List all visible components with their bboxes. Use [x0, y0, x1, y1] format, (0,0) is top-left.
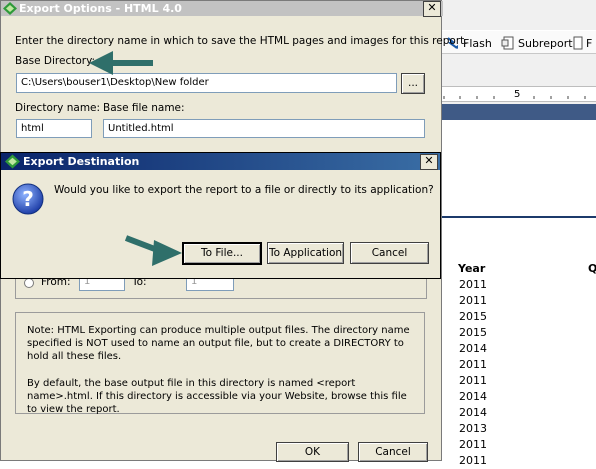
from-radio[interactable] — [24, 278, 34, 288]
directory-name-field[interactable]: html — [16, 119, 92, 138]
ok-button[interactable]: OK — [276, 442, 349, 462]
year-column: 2011 2011 2015 2015 2014 2011 2011 2014 2014 2013… — [459, 277, 519, 469]
crystal-icon — [3, 2, 17, 15]
close-icon[interactable]: ✕ — [420, 154, 438, 170]
to-file-button[interactable]: To File... — [182, 242, 262, 265]
directory-name-label: Directory name: — [15, 102, 101, 114]
base-directory-label: Base Directory: — [15, 55, 96, 67]
year-header: Year — [458, 262, 486, 275]
to-application-button[interactable]: To Application — [267, 242, 344, 264]
export-options-title: Export Options - HTML 4.0 — [19, 2, 182, 15]
year-cell: 2011 — [459, 454, 487, 467]
svg-text:?: ? — [22, 187, 34, 211]
section-band — [440, 104, 596, 120]
arrow-to-file-button — [124, 235, 182, 266]
q-header: Q — [588, 262, 596, 275]
year-cell: 2015 — [459, 326, 487, 339]
year-cell: 2011 — [459, 374, 487, 387]
year-cell: 2015 — [459, 310, 487, 323]
note-paragraph-2: By default, the base output file in this… — [27, 378, 407, 415]
year-cell: 2011 — [459, 438, 487, 451]
arrow-to-base-directory — [89, 51, 153, 75]
intro-text: Enter the directory name in which to sav… — [15, 35, 468, 47]
year-cell: 2014 — [459, 406, 487, 419]
export-destination-title: Export Destination — [23, 155, 140, 168]
toolbar-partial-label: F — [586, 36, 593, 50]
export-options-titlebar: Export Options - HTML 4.0 ✕ — [1, 1, 443, 17]
toolbar-partial-button[interactable]: F — [573, 35, 592, 51]
base-file-name-field[interactable]: Untitled.html — [103, 119, 425, 138]
subreport-button[interactable]: Subreport — [501, 35, 573, 51]
year-cell: 2011 — [459, 278, 487, 291]
subreport-icon — [501, 36, 514, 50]
ruler-label: 5 — [514, 89, 521, 100]
export-destination-dialog: Export Destination ✕ ? Would you like to… — [0, 152, 441, 279]
year-cell: 2013 — [459, 422, 487, 435]
year-cell: 2014 — [459, 342, 487, 355]
export-destination-titlebar: Export Destination ✕ — [1, 153, 440, 170]
destination-question: Would you like to export the report to a… — [54, 184, 434, 196]
subreport-label: Subreport — [518, 36, 573, 50]
year-cell: 2014 — [459, 390, 487, 403]
document-icon — [573, 36, 583, 50]
crystal-icon — [5, 154, 20, 169]
note-paragraph-1: Note: HTML Exporting can produce multipl… — [27, 325, 410, 362]
base-file-name-label: Base file name: — [103, 102, 185, 114]
question-icon: ? — [12, 183, 44, 215]
year-cell: 2011 — [459, 294, 487, 307]
section-separator — [440, 216, 596, 218]
horizontal-ruler: 5 — [440, 86, 596, 102]
note-box: Note: HTML Exporting can produce multipl… — [15, 312, 425, 415]
close-icon[interactable]: ✕ — [423, 1, 441, 17]
base-directory-field[interactable]: C:\Users\bouser1\Desktop\New folder — [16, 73, 397, 93]
options-cancel-button[interactable]: Cancel — [358, 442, 428, 462]
year-cell: 2011 — [459, 358, 487, 371]
destination-cancel-button[interactable]: Cancel — [350, 242, 429, 264]
browse-button[interactable]: ... — [401, 73, 425, 94]
